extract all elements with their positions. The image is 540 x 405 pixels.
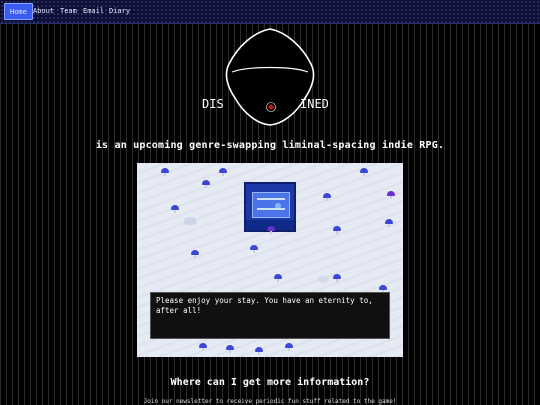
logo-text-left: DIS: [202, 97, 224, 111]
mushroom-sprite: [323, 193, 331, 201]
mushroom-sprite: [274, 274, 282, 282]
shrine-window: [252, 192, 290, 218]
info-heading: Where can I get more information?: [170, 377, 370, 388]
mushroom-sprite: [333, 226, 341, 234]
mushroom-sprite: [333, 274, 341, 282]
dialog-box: Please enjoy your stay. You have an eter…: [150, 292, 390, 339]
game-screenshot: Please enjoy your stay. You have an eter…: [137, 163, 403, 357]
mushroom-sprite: [360, 168, 368, 176]
logo-mask-figure: DIS INED: [202, 28, 329, 126]
mushroom-sprite: [285, 343, 293, 351]
mushroom-sprite: [385, 219, 393, 227]
mushroom-sprite: [255, 347, 263, 355]
nav-diary[interactable]: Diary: [104, 3, 135, 20]
mushroom-sprite: [202, 180, 210, 188]
logo-text-right: INED: [300, 97, 329, 111]
mushroom-sprite: [267, 226, 275, 234]
mushroom-sprite: [226, 345, 234, 353]
mushroom-sprite: [250, 245, 258, 253]
shrine-bar: [257, 208, 285, 210]
game-logo: DIS INED: [196, 26, 344, 136]
save-shrine: [244, 182, 296, 232]
mushroom-sprite: [219, 168, 227, 176]
mushroom-sprite: [191, 250, 199, 258]
mushroom-sprite: [387, 191, 395, 199]
mushroom-sprite: [161, 168, 169, 176]
tagline: is an upcoming genre-swapping liminal-sp…: [95, 140, 445, 151]
top-nav: Home About Team Email Diary: [0, 0, 540, 24]
mushroom-sprite: [199, 343, 207, 351]
mushroom-sprite: [171, 205, 179, 213]
shrine-bar: [257, 198, 285, 200]
info-body: Join our newsletter to receive periodic …: [143, 398, 397, 405]
